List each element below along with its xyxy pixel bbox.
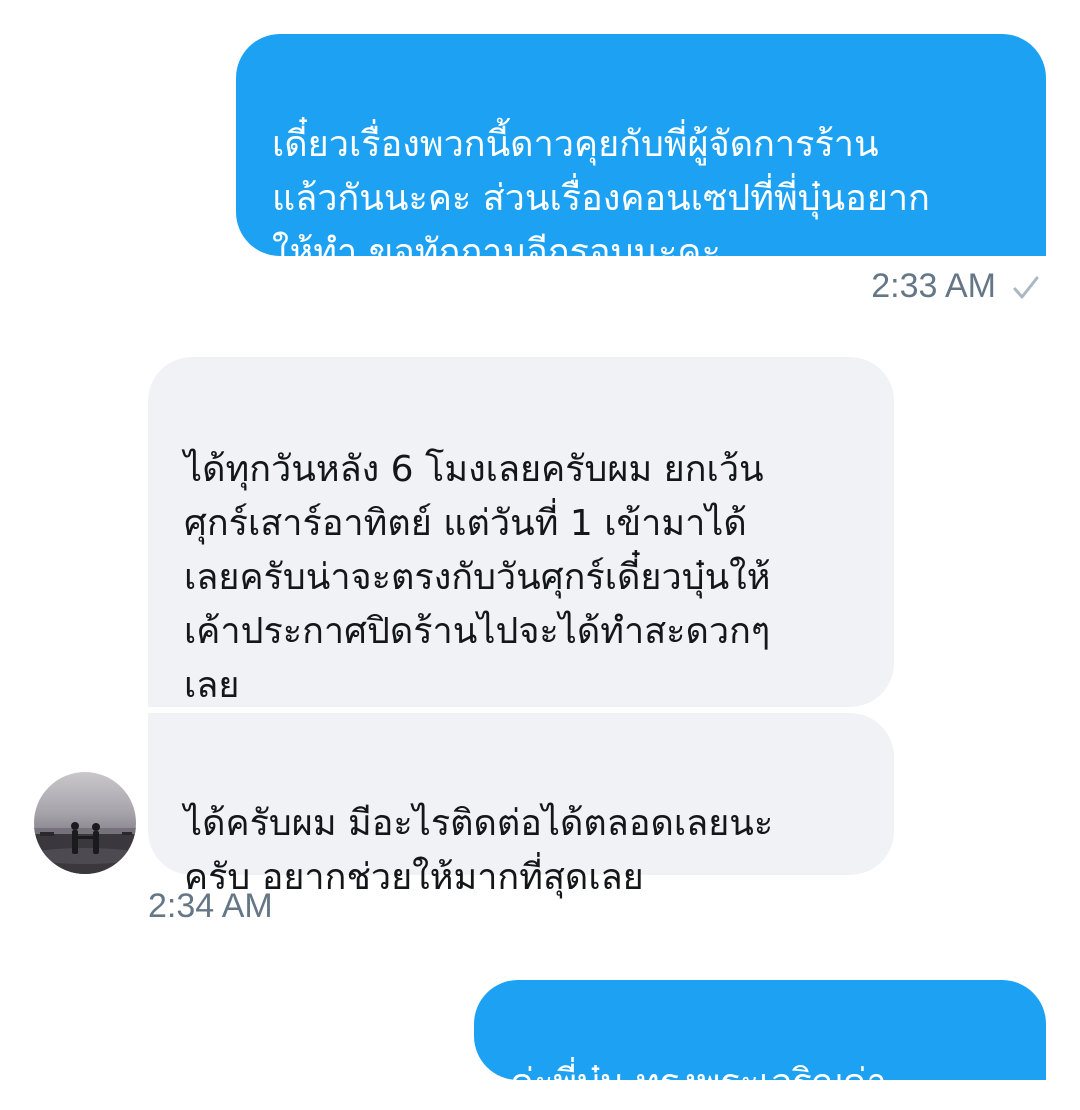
message-text: เดี๋ยวเรื่องพวกนี้ดาวคุยกับพี่ผู้จัดการร… [272,124,930,273]
avatar[interactable] [34,772,136,874]
message-text: ค่ะพี่บุ๋น ทรงพระเจริญค่า [510,1062,887,1103]
outgoing-message-bubble[interactable]: ค่ะพี่บุ๋น ทรงพระเจริญค่า [474,980,1046,1103]
incoming-message-bubble[interactable]: ได้ทุกวันหลัง 6 โมงเลยครับผม ยกเว้น ศุกร… [148,357,894,707]
message-text: ได้ครับผม มีอะไรติดต่อได้ตลอดเลยนะ ครับ … [184,803,774,898]
incoming-message-bubble[interactable]: ได้ครับผม มีอะไรติดต่อได้ตลอดเลยนะ ครับ … [148,713,894,898]
user-avatar-sunset-photo [34,822,136,874]
message-timestamp: 2:34 AM [148,887,273,925]
message-timestamp: 2:33 AM [871,267,996,305]
message-text: ได้ทุกวันหลัง 6 โมงเลยครับผม ยกเว้น ศุกร… [184,449,771,706]
checkmark-icon [1013,276,1039,299]
outgoing-message-bubble[interactable]: เดี๋ยวเรื่องพวกนี้ดาวคุยกับพี่ผู้จัดการร… [236,34,1046,273]
